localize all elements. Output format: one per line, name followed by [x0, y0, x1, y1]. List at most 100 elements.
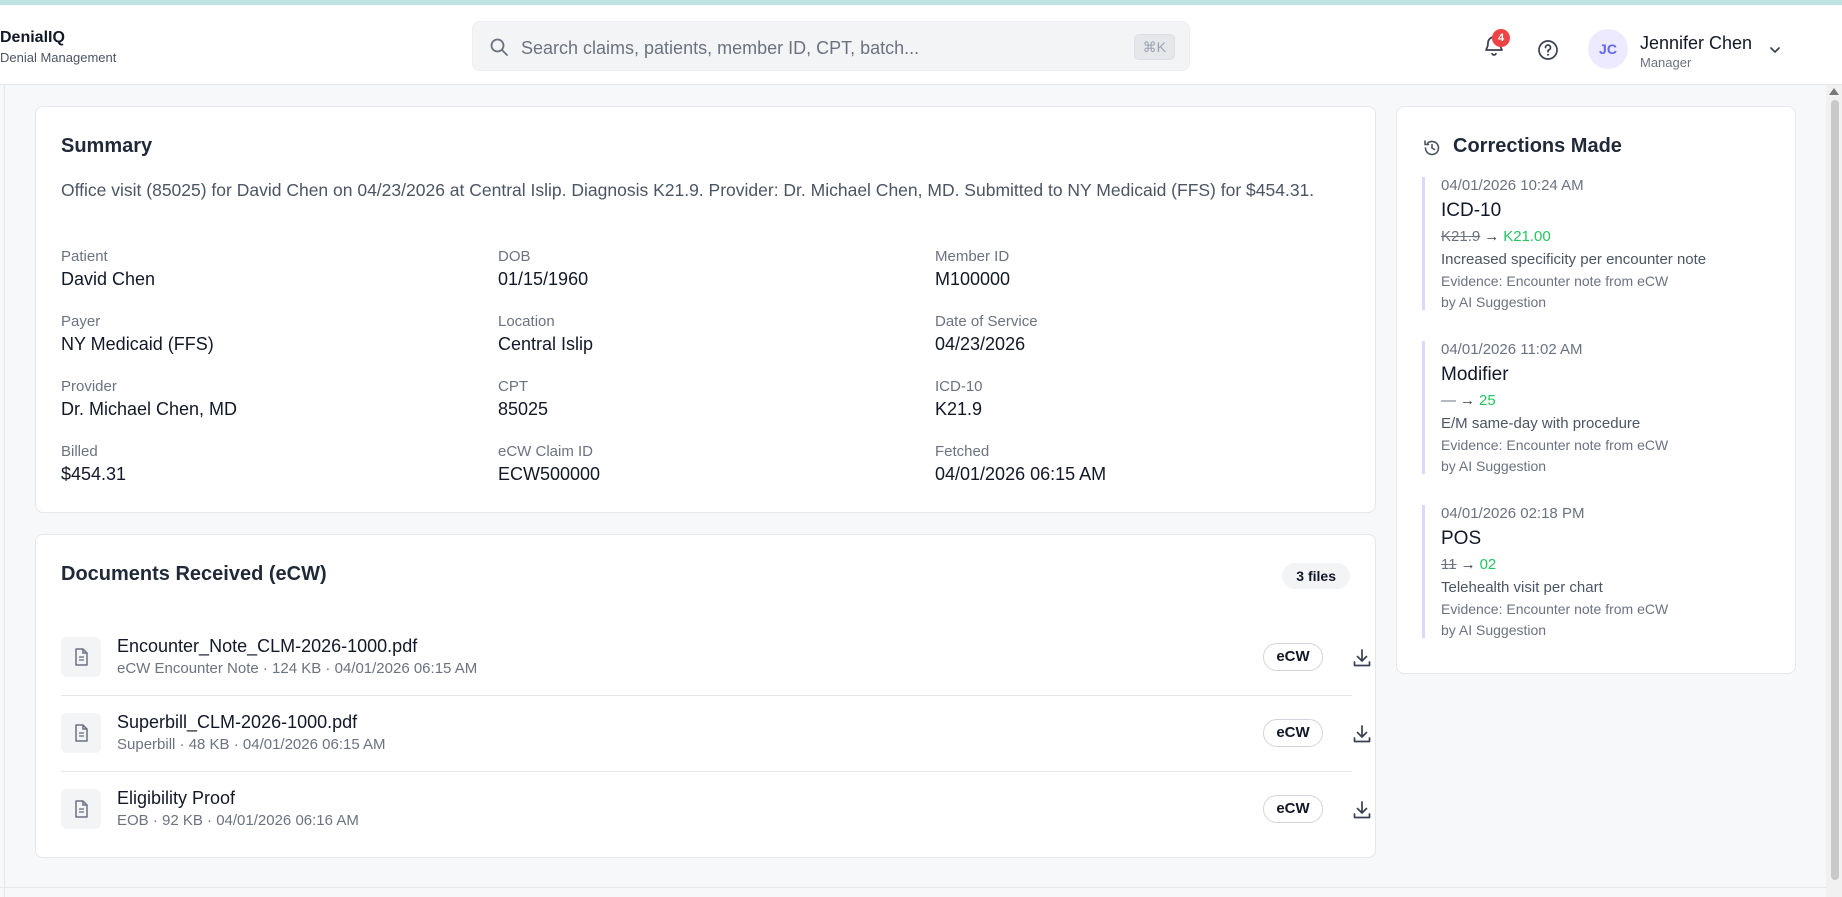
document-name[interactable]: Eligibility Proof — [117, 788, 235, 809]
field-dob: DOB 01/15/1960 — [498, 248, 588, 290]
correction-entry: 04/01/2026 02:18 PM POS 11 → 02 Telehealth… — [1422, 505, 1772, 638]
download-icon[interactable] — [1351, 799, 1373, 821]
correction-author: by AI Suggestion — [1441, 622, 1547, 638]
correction-change: — → 25 — [1441, 392, 1772, 409]
field-value: 04/23/2026 — [935, 334, 1026, 354]
summary-card: Summary Office visit (85025) for David C… — [35, 106, 1376, 513]
source-badge: eCW — [1263, 719, 1323, 747]
field-value: David Chen — [61, 269, 156, 289]
field-value: 04/01/2026 06:15 AM — [935, 464, 1107, 484]
field-label: DOB — [498, 248, 531, 265]
new-value: K21.00 — [1503, 228, 1551, 245]
summary-title: Summary — [61, 135, 153, 157]
document-name[interactable]: Superbill_CLM-2026-1000.pdf — [117, 712, 357, 733]
document-meta: eCW Encounter Note · 124 KB · 04/01/2026… — [117, 660, 478, 677]
source-badge: eCW — [1263, 643, 1323, 671]
corrections-title: Corrections Made — [1453, 135, 1622, 157]
field-value: M100000 — [935, 269, 1011, 289]
search-input[interactable] — [519, 34, 1103, 62]
field-label: CPT — [498, 378, 528, 395]
scrollbar-thumb[interactable] — [1831, 100, 1839, 880]
field-location: Location Central Islip — [498, 313, 593, 355]
field-label: Fetched — [935, 443, 990, 460]
search-box[interactable]: ⌘K — [472, 21, 1190, 71]
new-value: 02 — [1479, 556, 1497, 573]
correction-field: Modifier — [1441, 364, 1509, 385]
content-left-border — [4, 85, 5, 897]
field-label: ICD-10 — [935, 378, 983, 395]
document-icon — [61, 713, 101, 753]
file-count-badge: 3 files — [1282, 563, 1350, 589]
app-header: DenialIQ Denial Management ⌘K 4 JC Jenni… — [0, 5, 1842, 85]
documents-title: Documents Received (eCW) — [61, 563, 327, 585]
corrections-card: Corrections Made 04/01/2026 10:24 AM ICD… — [1396, 106, 1796, 674]
chevron-down-icon[interactable] — [1768, 43, 1782, 57]
document-row[interactable]: Encounter_Note_CLM-2026-1000.pdf eCW Enc… — [61, 619, 1371, 696]
field-patient: Patient David Chen — [61, 248, 155, 290]
correction-field: ICD-10 — [1441, 200, 1502, 221]
correction-author: by AI Suggestion — [1441, 458, 1547, 474]
field-label: Member ID — [935, 248, 1010, 265]
old-value: — — [1441, 392, 1456, 409]
document-meta: EOB · 92 KB · 04/01/2026 06:16 AM — [117, 812, 359, 829]
scroll-up-arrow-icon[interactable] — [1829, 88, 1839, 95]
brand-name: DenialIQ — [0, 29, 65, 46]
document-name[interactable]: Encounter_Note_CLM-2026-1000.pdf — [117, 636, 417, 657]
user-role: Manager — [1640, 55, 1692, 70]
document-meta: Superbill · 48 KB · 04/01/2026 06:15 AM — [117, 736, 386, 753]
field-value: 01/15/1960 — [498, 269, 589, 289]
old-value: 11 — [1441, 556, 1457, 573]
document-icon — [61, 789, 101, 829]
brand: DenialIQ Denial Management — [0, 29, 116, 65]
field-value: ECW500000 — [498, 464, 601, 484]
download-icon[interactable] — [1351, 647, 1373, 669]
new-value: 25 — [1479, 392, 1496, 409]
field-value: Central Islip — [498, 334, 594, 354]
user-name[interactable]: Jennifer Chen — [1640, 33, 1752, 54]
field-cpt: CPT 85025 — [498, 378, 548, 420]
field-value: $454.31 — [61, 464, 127, 484]
search-icon — [490, 38, 508, 56]
summary-text: Office visit (85025) for David Chen on 0… — [61, 180, 1315, 200]
field-label: Date of Service — [935, 313, 1038, 330]
correction-author: by AI Suggestion — [1441, 294, 1547, 310]
download-icon[interactable] — [1351, 723, 1373, 745]
correction-evidence: Evidence: Encounter note from eCW — [1441, 437, 1669, 453]
field-label: Payer — [61, 313, 101, 330]
help-icon[interactable] — [1537, 39, 1559, 61]
correction-evidence: Evidence: Encounter note from eCW — [1441, 273, 1669, 289]
field-fetched: Fetched 04/01/2026 06:15 AM — [935, 443, 1106, 485]
field-value: NY Medicaid (FFS) — [61, 334, 214, 354]
history-icon — [1424, 140, 1440, 156]
avatar[interactable]: JC — [1588, 29, 1628, 69]
field-payer: Payer NY Medicaid (FFS) — [61, 313, 214, 355]
correction-change: 11 → 02 — [1441, 556, 1772, 573]
arrow-right-icon: → — [1460, 556, 1476, 573]
documents-card: Documents Received (eCW) 3 files Encount… — [35, 534, 1376, 858]
brand-subtitle: Denial Management — [0, 50, 117, 65]
document-icon — [61, 637, 101, 677]
correction-evidence: Evidence: Encounter note from eCW — [1441, 601, 1669, 617]
field-value: K21.9 — [935, 399, 983, 419]
field-billed: Billed $454.31 — [61, 443, 126, 485]
arrow-right-icon: → — [1484, 228, 1500, 245]
field-value: 85025 — [498, 399, 549, 419]
document-row[interactable]: Superbill_CLM-2026-1000.pdf Superbill · … — [61, 695, 1371, 772]
field-provider: Provider Dr. Michael Chen, MD — [61, 378, 237, 420]
content-bottom-border — [0, 887, 1826, 888]
field-value: Dr. Michael Chen, MD — [61, 399, 238, 419]
correction-entry: 04/01/2026 11:02 AM Modifier — → 25 E/M sa… — [1422, 341, 1772, 474]
document-row[interactable]: Eligibility Proof EOB · 92 KB · 04/01/20… — [61, 771, 1371, 847]
correction-timestamp: 04/01/2026 11:02 AM — [1441, 341, 1583, 358]
arrow-right-icon: → — [1460, 392, 1475, 409]
field-label: Billed — [61, 443, 98, 460]
correction-reason: Increased specificity per encounter note — [1441, 251, 1707, 268]
field-label: Location — [498, 313, 555, 330]
correction-reason: E/M same-day with procedure — [1441, 415, 1641, 432]
field-date-of-service: Date of Service 04/23/2026 — [935, 313, 1038, 355]
field-label: Provider — [61, 378, 117, 395]
correction-reason: Telehealth visit per chart — [1441, 579, 1603, 596]
field-label: eCW Claim ID — [498, 443, 594, 460]
source-badge: eCW — [1263, 795, 1323, 823]
correction-timestamp: 04/01/2026 10:24 AM — [1441, 177, 1584, 194]
